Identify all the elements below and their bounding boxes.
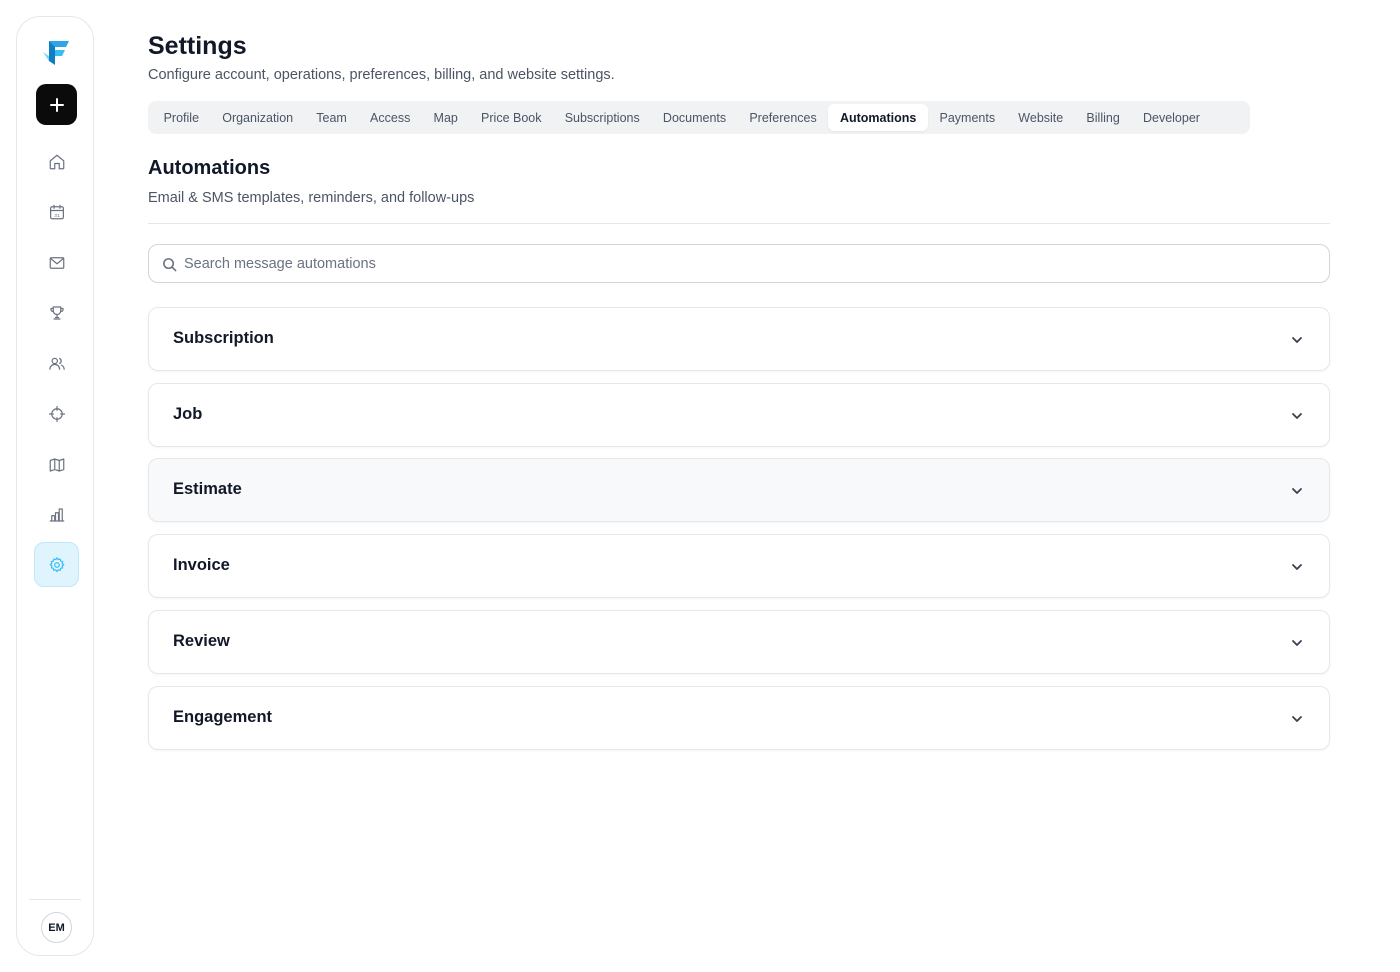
accordion-label: Job [173, 405, 203, 423]
section-subtitle: Email & SMS templates, reminders, and fo… [148, 190, 475, 206]
calendar-day: 31 [54, 212, 60, 218]
accordion-label: Estimate [173, 480, 242, 498]
chevron-down-icon [1292, 640, 1302, 646]
tab-subscriptions[interactable]: Subscriptions [553, 104, 651, 131]
tab-automations[interactable]: Automations [828, 104, 928, 131]
plus-icon [49, 97, 64, 112]
tab-preferences[interactable]: Preferences [738, 104, 829, 131]
tab-billing[interactable]: Billing [1075, 104, 1132, 131]
tab-map[interactable]: Map [422, 104, 470, 131]
page-title: Settings [148, 32, 247, 60]
calendar-icon: 31 [49, 204, 64, 219]
accordion-label: Invoice [173, 556, 230, 574]
accordion-subscription[interactable]: Subscription [148, 307, 1330, 371]
gear-icon [49, 556, 64, 572]
chevron-down-icon [1292, 564, 1302, 570]
chevron-down-icon [1292, 716, 1302, 722]
bar-chart-icon [49, 507, 64, 522]
trophy-icon [49, 305, 64, 320]
tab-organization[interactable]: Organization [211, 104, 305, 131]
home-icon [49, 154, 64, 169]
chevron-down-icon [1292, 413, 1302, 419]
accordion-label: Subscription [173, 329, 274, 347]
avatar[interactable]: EM [41, 912, 72, 943]
accordion-engagement[interactable]: Engagement [148, 686, 1330, 750]
nav-messages[interactable] [34, 240, 79, 285]
tab-profile[interactable]: Profile [152, 104, 211, 131]
nav-home[interactable] [34, 139, 79, 184]
tab-team[interactable]: Team [305, 104, 359, 131]
sidebar-divider [29, 899, 81, 900]
nav-settings[interactable] [34, 542, 79, 587]
accordion-invoice[interactable]: Invoice [148, 534, 1330, 598]
nav-targets[interactable] [34, 391, 79, 436]
accordion-label: Review [173, 632, 230, 650]
nav-rewards[interactable] [34, 290, 79, 335]
nav-map[interactable] [34, 442, 79, 487]
accordion-estimate[interactable]: Estimate [148, 458, 1330, 522]
chevron-down-icon [1292, 337, 1302, 343]
map-icon [49, 457, 64, 472]
search-box [148, 244, 1330, 283]
sidebar: 31 EM [16, 16, 94, 956]
fieldwork-logo-icon[interactable] [39, 37, 73, 69]
accordion-review[interactable]: Review [148, 610, 1330, 674]
tab-payments[interactable]: Payments [928, 104, 1007, 131]
tab-price-book[interactable]: Price Book [469, 104, 553, 131]
tab-website[interactable]: Website [1007, 104, 1075, 131]
search-input[interactable] [184, 245, 1314, 282]
nav-calendar[interactable]: 31 [34, 189, 79, 234]
tab-developer[interactable]: Developer [1131, 104, 1211, 131]
nav-reports[interactable] [34, 492, 79, 537]
chevron-down-icon [1292, 488, 1302, 494]
section-divider [148, 223, 1330, 224]
accordion-label: Engagement [173, 708, 273, 726]
tab-documents[interactable]: Documents [651, 104, 737, 131]
page-subtitle: Configure account, operations, preferenc… [148, 67, 615, 83]
crosshair-icon [48, 405, 65, 422]
tab-access[interactable]: Access [358, 104, 421, 131]
section-title: Automations [148, 157, 271, 179]
search-icon [163, 258, 177, 272]
mail-icon [49, 256, 64, 269]
users-icon [48, 357, 65, 370]
accordion-job[interactable]: Job [148, 383, 1330, 447]
settings-tabs: Profile Organization Team Access Map Pri… [148, 101, 1250, 134]
new-button[interactable] [36, 84, 77, 125]
nav-customers[interactable] [34, 341, 79, 386]
